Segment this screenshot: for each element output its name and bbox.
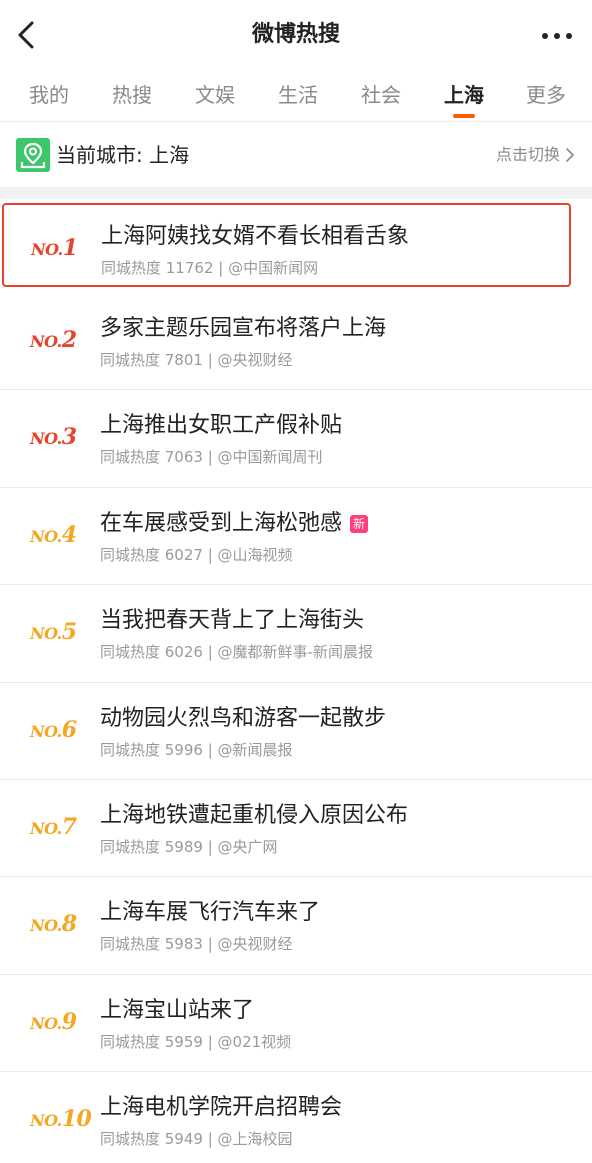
- item-title-text: 上海地铁遭起重机侵入原因公布: [100, 802, 409, 828]
- rank-prefix: NO.: [30, 1013, 62, 1033]
- rank-prefix: NO.: [30, 624, 62, 644]
- rank-label: NO.5: [26, 617, 90, 647]
- item-title-text: 在车展感受到上海松弛感: [100, 510, 343, 536]
- more-dots-icon: [542, 33, 572, 39]
- item-title: 上海地铁遭起重机侵入原因公布: [100, 800, 408, 832]
- rank-number: 4: [61, 521, 77, 548]
- list-item[interactable]: NO.10 上海电机学院开启招聘会 同城热度 5949 | @上海校园: [0, 1072, 592, 1163]
- item-title-text: 上海推出女职工产假补贴: [100, 413, 343, 439]
- page-title: 微博热搜: [251, 22, 340, 47]
- tab-shanghai-label: 上海: [444, 83, 484, 107]
- rank-label: NO.2: [26, 325, 90, 355]
- item-title: 上海宝山站来了: [100, 995, 254, 1027]
- item-title: 上海阿姨找女婿不看长相看舌象: [101, 221, 409, 253]
- rank-number: 8: [61, 911, 77, 938]
- rank-label: NO.1: [27, 233, 91, 263]
- item-title: 动物园火烈鸟和游客一起散步: [100, 703, 386, 735]
- rank-prefix: NO.: [31, 240, 63, 259]
- hot-search-list: NO.1 上海阿姨找女婿不看长相看舌象 同城热度 11762 | @中国新闻网 …: [0, 199, 592, 1163]
- switch-city-label: 点击切换: [495, 145, 560, 164]
- current-city-label: 当前城市: 上海: [56, 143, 190, 167]
- item-title-text: 上海宝山站来了: [100, 997, 255, 1023]
- city-bar: 当前城市: 上海 点击切换: [0, 123, 592, 187]
- item-meta: 同城热度 6026 | @魔都新鲜事-新闻晨报: [100, 643, 373, 662]
- item-title: 上海车展飞行汽车来了: [100, 897, 320, 929]
- item-meta: 同城热度 7063 | @中国新闻周刊: [100, 448, 323, 467]
- item-meta: 同城热度 7801 | @央视财经: [100, 351, 293, 369]
- tab-hot-search[interactable]: 热搜: [97, 80, 167, 122]
- switch-city-button[interactable]: 点击切换: [496, 143, 576, 167]
- tab-society[interactable]: 社会: [346, 80, 416, 122]
- section-divider: [0, 187, 592, 199]
- rank-prefix: NO.: [30, 526, 62, 546]
- rank-prefix: NO.: [30, 332, 62, 351]
- item-meta: 同城热度 5949 | @上海校园: [100, 1130, 293, 1149]
- list-item[interactable]: NO.5 当我把春天背上了上海街头 同城热度 6026 | @魔都新鲜事-新闻晨…: [0, 585, 592, 683]
- item-meta: 同城热度 5959 | @021视频: [100, 1032, 292, 1051]
- rank-number: 9: [61, 1008, 77, 1035]
- rank-number: 1: [62, 235, 78, 261]
- list-item[interactable]: NO.2 多家主题乐园宣布将落户上海 同城热度 7801 | @央视财经: [0, 293, 592, 391]
- tab-life[interactable]: 生活: [263, 80, 333, 122]
- top-nav-bar: 微博热搜: [0, 0, 592, 70]
- tab-shanghai[interactable]: 上海: [429, 80, 499, 122]
- item-meta: 同城热度 5983 | @央视财经: [100, 935, 293, 954]
- item-title: 在车展感受到上海松弛感新: [100, 508, 369, 540]
- tab-more[interactable]: 更多: [511, 80, 581, 122]
- list-item[interactable]: NO.7 上海地铁遭起重机侵入原因公布 同城热度 5989 | @央广网: [0, 780, 592, 878]
- rank-number: 3: [61, 424, 77, 451]
- item-title: 当我把春天背上了上海街头: [100, 605, 364, 637]
- item-title-text: 上海车展飞行汽车来了: [100, 900, 321, 926]
- list-item[interactable]: NO.8 上海车展飞行汽车来了 同城热度 5983 | @央视财经: [0, 877, 592, 975]
- rank-label: NO.3: [26, 422, 90, 452]
- rank-label: NO.10: [26, 1104, 92, 1134]
- active-tab-indicator: [453, 114, 475, 118]
- rank-prefix: NO.: [30, 721, 62, 741]
- rank-label: NO.8: [26, 909, 90, 939]
- item-title: 上海推出女职工产假补贴: [100, 410, 342, 442]
- item-title-text: 上海阿姨找女婿不看长相看舌象: [101, 224, 410, 249]
- list-item[interactable]: NO.1 上海阿姨找女婿不看长相看舌象 同城热度 11762 | @中国新闻网: [2, 203, 571, 287]
- list-item[interactable]: NO.6 动物园火烈鸟和游客一起散步 同城热度 5996 | @新闻晨报: [0, 683, 592, 780]
- item-title-text: 上海电机学院开启招聘会: [100, 1095, 343, 1121]
- item-meta: 同城热度 6027 | @山海视频: [100, 545, 293, 564]
- rank-number: 10: [61, 1106, 92, 1133]
- item-title: 多家主题乐园宣布将落户上海: [100, 313, 386, 345]
- rank-number: 7: [61, 813, 77, 840]
- item-title-text: 多家主题乐园宣布将落户上海: [100, 316, 387, 341]
- item-meta: 同城热度 11762 | @中国新闻网: [101, 259, 319, 277]
- rank-label: NO.7: [26, 812, 90, 842]
- chevron-right-icon: [566, 148, 574, 162]
- rank-label: NO.9: [26, 1007, 90, 1037]
- rank-label: NO.4: [26, 520, 90, 550]
- rank-number: 6: [61, 716, 77, 743]
- rank-prefix: NO.: [30, 818, 62, 838]
- item-meta: 同城热度 5989 | @央广网: [100, 837, 278, 856]
- more-button[interactable]: [540, 24, 574, 48]
- list-item[interactable]: NO.9 上海宝山站来了 同城热度 5959 | @021视频: [0, 975, 592, 1073]
- list-item[interactable]: NO.4 在车展感受到上海松弛感新 同城热度 6027 | @山海视频: [0, 488, 592, 586]
- rank-prefix: NO.: [30, 1111, 62, 1131]
- rank-prefix: NO.: [30, 916, 62, 936]
- item-title: 上海电机学院开启招聘会: [100, 1092, 342, 1124]
- location-map-icon: [16, 138, 50, 172]
- tab-entertainment[interactable]: 文娱: [180, 80, 250, 122]
- category-tabs: 我的 热搜 文娱 生活 社会 上海 更多: [0, 70, 592, 122]
- rank-label: NO.6: [26, 715, 90, 745]
- rank-prefix: NO.: [30, 429, 62, 449]
- rank-number: 5: [61, 619, 77, 646]
- item-title-text: 动物园火烈鸟和游客一起散步: [100, 705, 387, 731]
- new-badge: 新: [350, 514, 369, 533]
- item-title-text: 当我把春天背上了上海街头: [100, 608, 365, 634]
- list-item[interactable]: NO.3 上海推出女职工产假补贴 同城热度 7063 | @中国新闻周刊: [0, 390, 592, 488]
- tab-mine[interactable]: 我的: [14, 80, 84, 122]
- rank-number: 2: [61, 327, 77, 353]
- item-meta: 同城热度 5996 | @新闻晨报: [100, 740, 293, 759]
